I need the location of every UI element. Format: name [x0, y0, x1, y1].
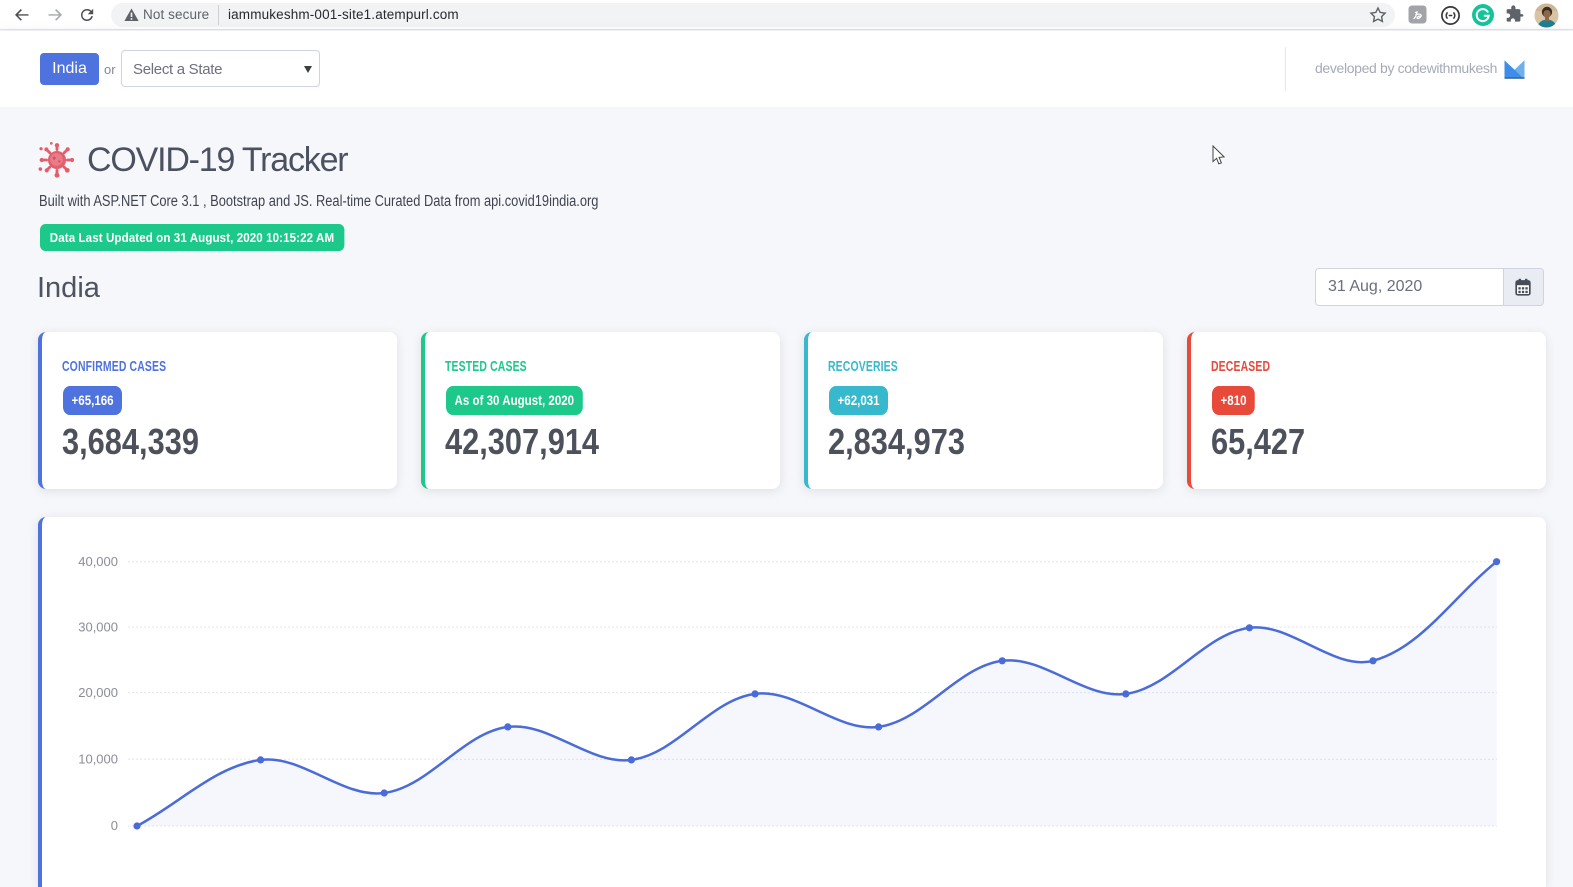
svg-text:40,000: 40,000	[78, 554, 118, 569]
svg-text:30,000: 30,000	[78, 620, 118, 635]
svg-text:20,000: 20,000	[78, 685, 118, 700]
svg-text:0: 0	[111, 818, 118, 832]
svg-text:10,000: 10,000	[78, 752, 118, 767]
